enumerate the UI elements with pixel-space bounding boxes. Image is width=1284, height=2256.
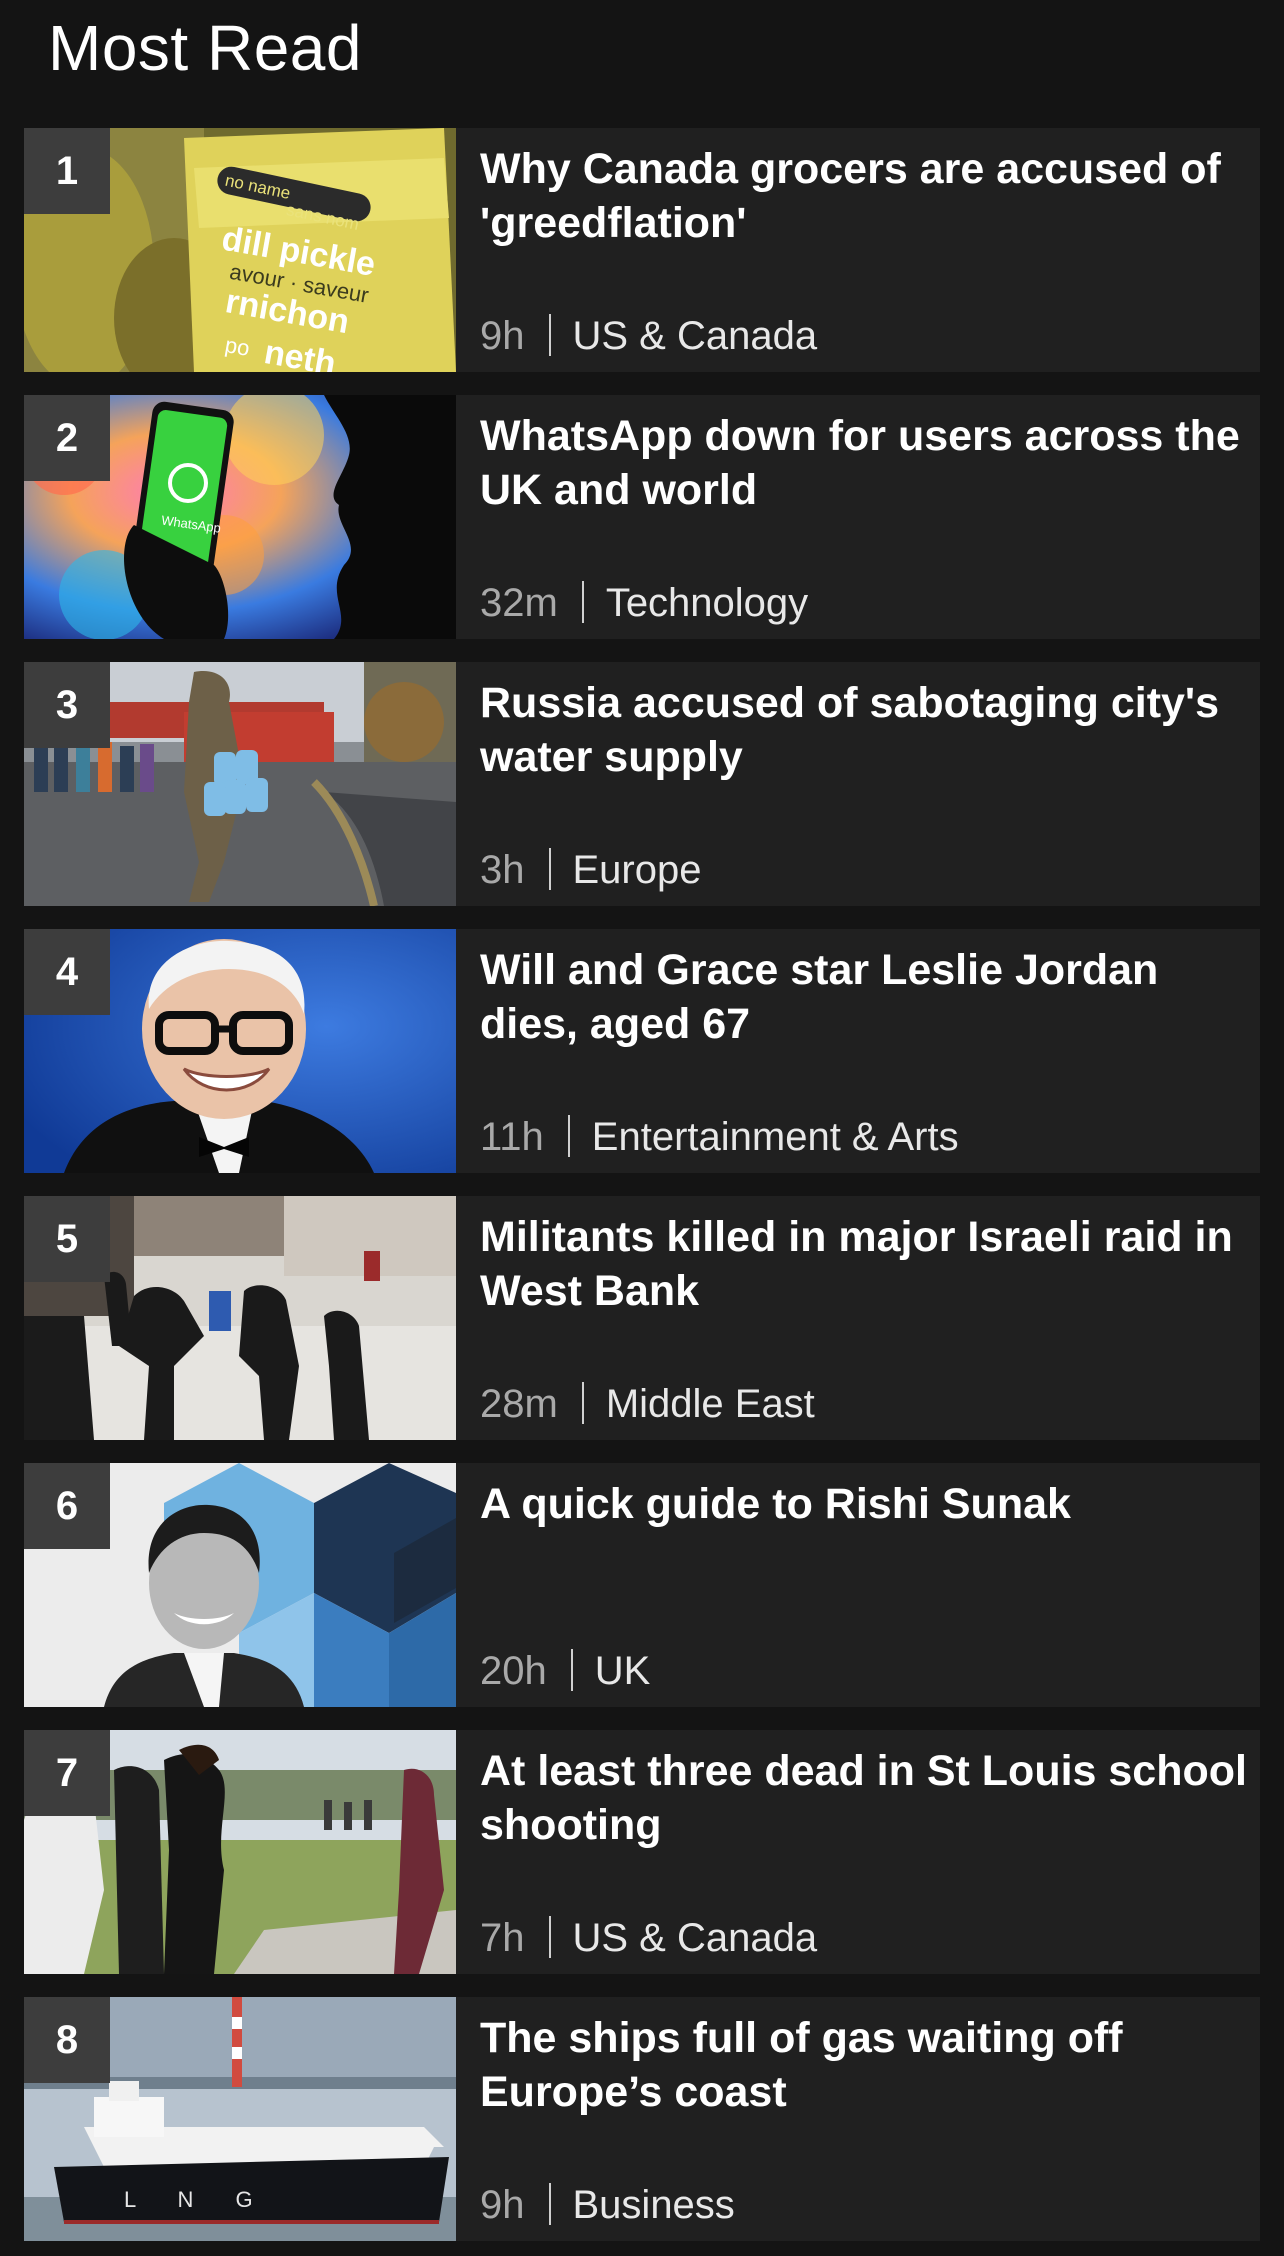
meta-divider <box>548 2183 551 2226</box>
most-read-panel: Most Read no name sans nom dill pickle a… <box>0 0 1284 2256</box>
article-headline[interactable]: Militants killed in major Israeli raid i… <box>480 1210 1250 1318</box>
rank-badge: 2 <box>24 395 110 481</box>
article-age: 32m <box>480 581 558 625</box>
article-age: 7h <box>480 1916 525 1960</box>
article-meta: 11h Entertainment & Arts <box>480 1109 959 1165</box>
article-topic[interactable]: Europe <box>573 848 702 892</box>
rank-badge: 6 <box>24 1463 110 1549</box>
article-topic[interactable]: Technology <box>606 581 808 625</box>
article-age: 9h <box>480 2183 525 2227</box>
svg-text:po: po <box>223 332 251 361</box>
article-meta: 7h US & Canada <box>480 1910 817 1966</box>
article-card-2[interactable]: WhatsApp 2 WhatsApp down for users acros… <box>24 395 1260 639</box>
article-headline[interactable]: Why Canada grocers are accused of 'greed… <box>480 142 1250 250</box>
article-topic[interactable]: UK <box>595 1649 651 1693</box>
rank-badge: 4 <box>24 929 110 1015</box>
rank-badge: 5 <box>24 1196 110 1282</box>
article-topic[interactable]: Business <box>573 2183 735 2227</box>
article-meta: 9h US & Canada <box>480 308 817 364</box>
article-card-3[interactable]: 3 Russia accused of sabotaging city's wa… <box>24 662 1260 906</box>
article-headline[interactable]: WhatsApp down for users across the UK an… <box>480 409 1250 517</box>
article-meta: 9h Business <box>480 2177 735 2233</box>
rank-badge: 7 <box>24 1730 110 1816</box>
article-topic[interactable]: US & Canada <box>573 314 818 358</box>
article-meta: 32m Technology <box>480 575 808 631</box>
article-meta: 20h UK <box>480 1643 650 1699</box>
article-card-6[interactable]: 6 A quick guide to Rishi Sunak 20h UK <box>24 1463 1260 1707</box>
article-meta: 3h Europe <box>480 842 701 898</box>
meta-divider <box>570 1649 573 1692</box>
article-card-1[interactable]: no name sans nom dill pickle avour · sav… <box>24 128 1260 372</box>
meta-divider <box>548 1916 551 1959</box>
article-topic[interactable]: Middle East <box>606 1382 815 1426</box>
article-age: 9h <box>480 314 525 358</box>
article-age: 20h <box>480 1649 547 1693</box>
meta-divider <box>548 314 551 357</box>
meta-divider <box>581 1382 584 1425</box>
meta-divider <box>581 581 584 624</box>
article-card-4[interactable]: 4 Will and Grace star Leslie Jordan dies… <box>24 929 1260 1173</box>
article-card-5[interactable]: 5 Militants killed in major Israeli raid… <box>24 1196 1260 1440</box>
article-headline[interactable]: A quick guide to Rishi Sunak <box>480 1477 1250 1531</box>
section-title: Most Read <box>48 12 362 84</box>
svg-text:L N G: L N G <box>124 2187 271 2212</box>
article-age: 28m <box>480 1382 558 1426</box>
article-card-8[interactable]: L N G 8 The ships full of gas waiting of… <box>24 1997 1260 2241</box>
article-headline[interactable]: At least three dead in St Louis school s… <box>480 1744 1250 1852</box>
article-headline[interactable]: Russia accused of sabotaging city's wate… <box>480 676 1250 784</box>
meta-divider <box>567 1115 570 1158</box>
article-card-7[interactable]: 7 At least three dead in St Louis school… <box>24 1730 1260 1974</box>
article-topic[interactable]: US & Canada <box>573 1916 818 1960</box>
meta-divider <box>548 848 551 891</box>
article-meta: 28m Middle East <box>480 1376 815 1432</box>
article-age: 11h <box>480 1115 544 1159</box>
article-headline[interactable]: Will and Grace star Leslie Jordan dies, … <box>480 943 1250 1051</box>
article-topic[interactable]: Entertainment & Arts <box>592 1115 959 1159</box>
rank-badge: 8 <box>24 1997 110 2083</box>
article-age: 3h <box>480 848 525 892</box>
most-read-list: no name sans nom dill pickle avour · sav… <box>24 128 1260 2241</box>
article-headline[interactable]: The ships full of gas waiting off Europe… <box>480 2011 1250 2119</box>
rank-badge: 1 <box>24 128 110 214</box>
rank-badge: 3 <box>24 662 110 748</box>
